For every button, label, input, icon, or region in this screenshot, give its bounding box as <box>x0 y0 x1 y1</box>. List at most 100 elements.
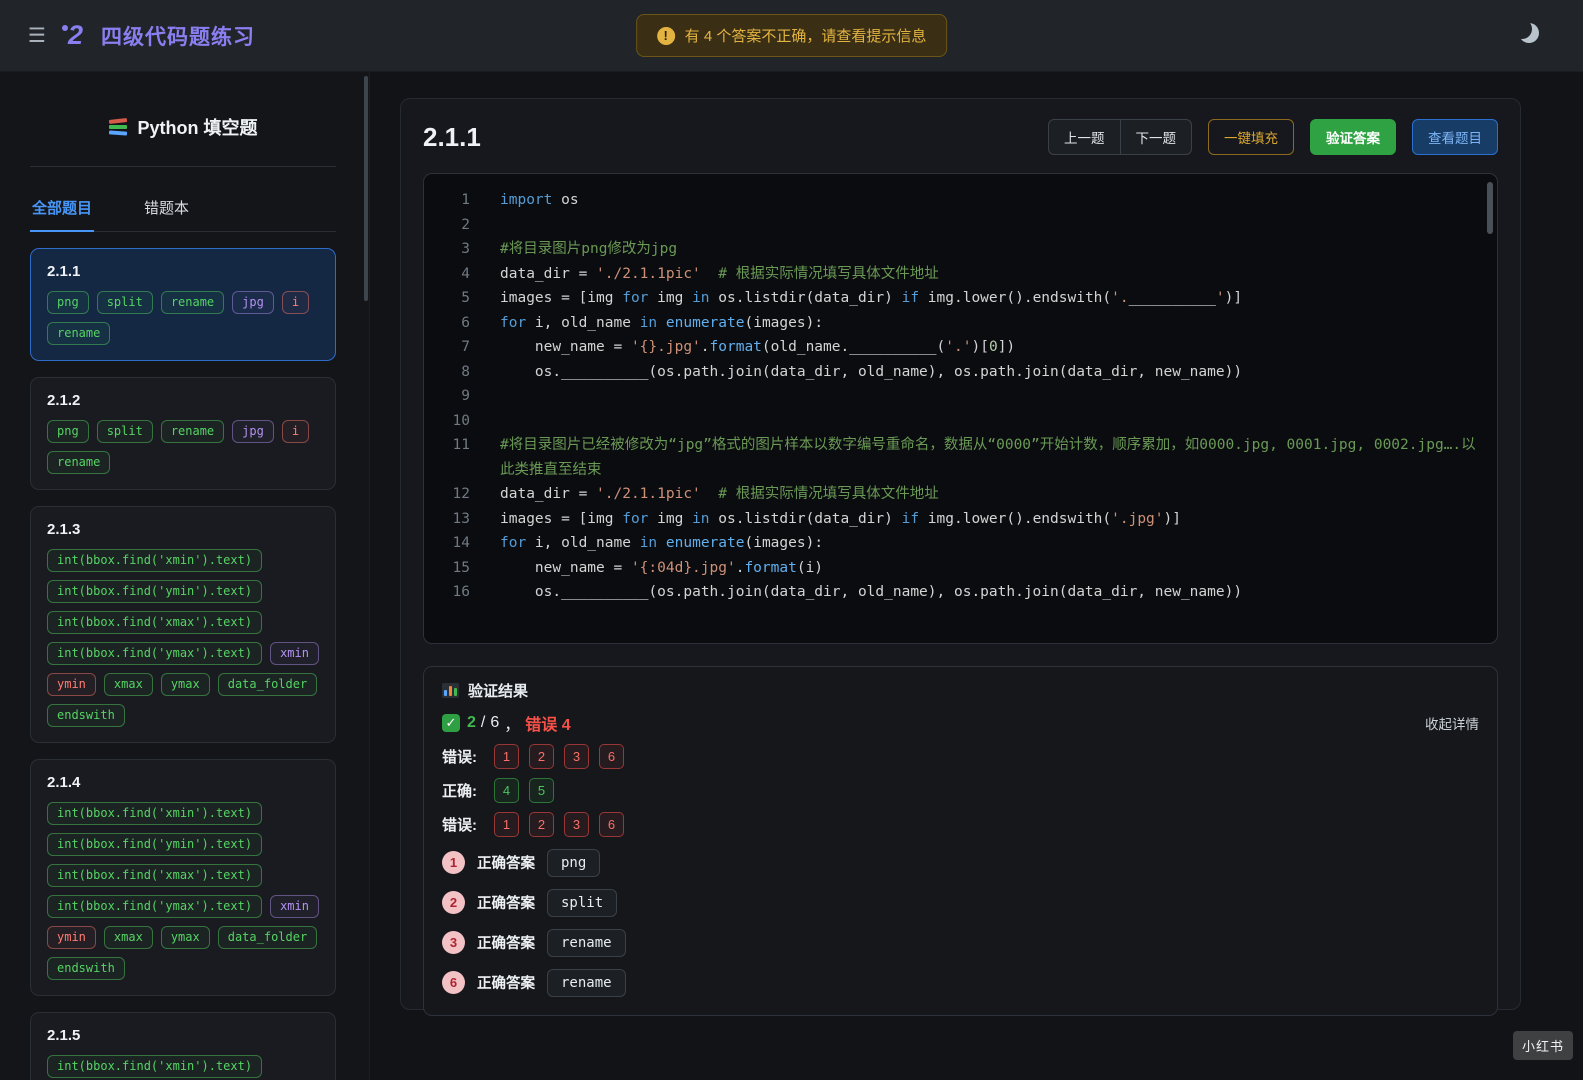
blank-number-chip[interactable]: 3 <box>564 811 589 837</box>
bar-chart-icon <box>442 682 459 698</box>
code-line-content: #将目录图片png修改为jpg <box>500 237 1481 262</box>
question-card-2.1.1[interactable]: 2.1.1 png split rename jpg i rename <box>30 248 336 361</box>
sidebar-title: Python 填空题 <box>30 102 336 166</box>
code-token: if <box>901 510 920 527</box>
answer-number-badge: 6 <box>442 971 465 994</box>
code-line-content: os.__________(os.path.join(data_dir, old… <box>500 580 1481 605</box>
answer-tag: xmax <box>103 926 153 949</box>
line-number: 14 <box>452 535 470 551</box>
blank-number-chip[interactable]: 3 <box>564 743 589 769</box>
correct-answer-row: 6 正确答案 rename <box>442 968 1479 997</box>
line-number: 6 <box>461 314 470 331</box>
prev-next-group: 上一题 下一题 <box>1048 119 1192 155</box>
blank-input[interactable]: __________ <box>561 584 648 600</box>
answer-tag: jpg <box>232 291 274 314</box>
code-token: ' <box>1215 290 1225 306</box>
blank-number-chip[interactable]: 6 <box>599 811 624 837</box>
code-token: . <box>700 339 710 355</box>
code-token: images = [img <box>500 510 623 527</box>
error-count-text: 错误 4 <box>525 716 571 734</box>
code-token: # 根据实际情况填写具体文件地址 <box>718 265 939 282</box>
code-token: in <box>692 510 710 527</box>
sidebar-title-text: Python 填空题 <box>137 118 258 138</box>
results-summary-row: ✓ 2 / 6 ， 错误 4 收起详情 <box>442 711 1479 735</box>
view-question-button[interactable]: 查看题目 <box>1412 119 1498 155</box>
code-token: os.listdir(data_dir) <box>709 290 902 306</box>
question-id: 2.1.4 <box>47 774 81 791</box>
answer-number-badge: 3 <box>442 931 465 954</box>
question-card-2.1.2[interactable]: 2.1.2 png split rename jpg i rename <box>30 377 336 490</box>
line-number: 5 <box>461 290 470 306</box>
code-token: enumerate <box>665 314 745 331</box>
code-token: import <box>500 192 553 208</box>
code-line-content: for i, old_name in enumerate(images): <box>500 311 1481 336</box>
question-card-2.1.5[interactable]: 2.1.5 int(bbox.find('xmin').text)int(bbox… <box>30 1012 336 1080</box>
line-number: 15 <box>452 559 470 576</box>
code-token: '{}.jpg' <box>630 339 701 355</box>
blank-number-chip[interactable]: 2 <box>529 743 554 769</box>
question-card-2.1.4[interactable]: 2.1.4 int(bbox.find('xmin').text) int(bbox… <box>30 759 336 996</box>
code-line-content <box>500 384 1481 409</box>
tab-all-questions[interactable]: 全部题目 <box>30 189 95 232</box>
code-token: img <box>648 290 693 306</box>
auto-fill-button[interactable]: 一键填充 <box>1208 119 1294 155</box>
code-scrollbar-thumb[interactable] <box>1487 182 1493 234</box>
blank-input[interactable]: __________ <box>1129 290 1216 306</box>
verify-answers-button[interactable]: 验证答案 <box>1310 119 1396 155</box>
answer-tag: ymin <box>47 673 96 696</box>
code-line-content: new_name = '{}.jpg'.format(old_name.____… <box>500 335 1481 360</box>
question-panel: 2.1.1 上一题 下一题 一键填充 验证答案 查看题目 1 import os 2… <box>400 98 1521 1016</box>
code-line-content <box>500 409 1481 434</box>
blank-number-chip[interactable]: 2 <box>529 811 554 837</box>
sidebar-tabs: 全部题目 错题本 <box>30 189 336 232</box>
answer-tag: i <box>281 420 310 443</box>
code-line: 13 images = [img for img in os.listdir(da… <box>424 507 1481 532</box>
blank-number-chip[interactable]: 1 <box>494 811 519 837</box>
answer-tag: rename <box>47 451 111 474</box>
blank-input[interactable]: __________ <box>561 364 648 380</box>
dark-mode-toggle-icon[interactable] <box>1519 23 1539 43</box>
blank-number-chip[interactable]: 5 <box>529 777 554 803</box>
code-token: in <box>639 535 658 551</box>
code-token: )] <box>1163 510 1181 527</box>
code-line: 7 new_name = '{}.jpg'.format(old_name.__… <box>424 335 1481 360</box>
answer-number-badge: 2 <box>442 891 465 914</box>
answer-tag: jpg <box>232 420 274 443</box>
code-token: './2.1.1pic' <box>596 486 701 502</box>
answer-tag: ymax <box>160 926 210 949</box>
line-number: 10 <box>452 412 470 429</box>
code-line-content: data_dir = './2.1.1pic' # 根据实际情况填写具体文件地址 <box>500 482 1481 507</box>
blank-number-chip[interactable]: 6 <box>599 743 624 769</box>
answer-tag: ymax <box>160 673 210 696</box>
tab-wrong-book[interactable]: 错题本 <box>142 189 191 231</box>
answer-tag: split <box>96 420 153 443</box>
blank-number-chip[interactable]: 1 <box>494 743 519 769</box>
next-question-button[interactable]: 下一题 <box>1119 120 1192 154</box>
answer-tag: rename <box>47 322 111 345</box>
menu-icon[interactable]: ☰ <box>28 23 46 48</box>
wrong-blanks-row: 错误: 1 2 3 6 <box>442 743 1479 769</box>
code-token: ]) <box>997 339 1016 355</box>
code-line: 1 import os <box>424 188 1481 213</box>
blank-input[interactable]: __________ <box>849 339 936 355</box>
code-token: for <box>500 535 527 551</box>
topbar-left: ☰ 2 四级代码题练习 <box>28 21 255 51</box>
code-token: (old_name. <box>761 339 850 355</box>
code-token: os <box>552 192 579 208</box>
topbar: ☰ 2 四级代码题练习 ! 有 4 个答案不正确，请查看提示信息 <box>0 0 1583 72</box>
line-number: 7 <box>461 339 470 355</box>
code-token: '. <box>1111 290 1129 306</box>
code-line: 8 os.__________(os.path.join(data_dir, o… <box>424 360 1481 385</box>
line-number: 16 <box>452 584 470 600</box>
question-tags: png split rename jpg i rename <box>47 420 319 474</box>
collapse-details-link[interactable]: 收起详情 <box>1425 713 1479 733</box>
sidebar-scrollbar[interactable] <box>364 76 368 301</box>
code-editor[interactable]: 1 import os 2 3 #将目录图片png修改为jpg 4 data_dir = '… <box>423 173 1498 644</box>
blank-number-chip[interactable]: 4 <box>494 777 519 803</box>
answer-value-chip: png <box>547 848 601 877</box>
code-token: './2.1.1pic' <box>596 265 701 282</box>
prev-question-button[interactable]: 上一题 <box>1049 120 1120 154</box>
code-token: format <box>709 339 762 355</box>
question-card-2.1.3[interactable]: 2.1.3 int(bbox.find('xmin').text) int(bbox… <box>30 506 336 743</box>
